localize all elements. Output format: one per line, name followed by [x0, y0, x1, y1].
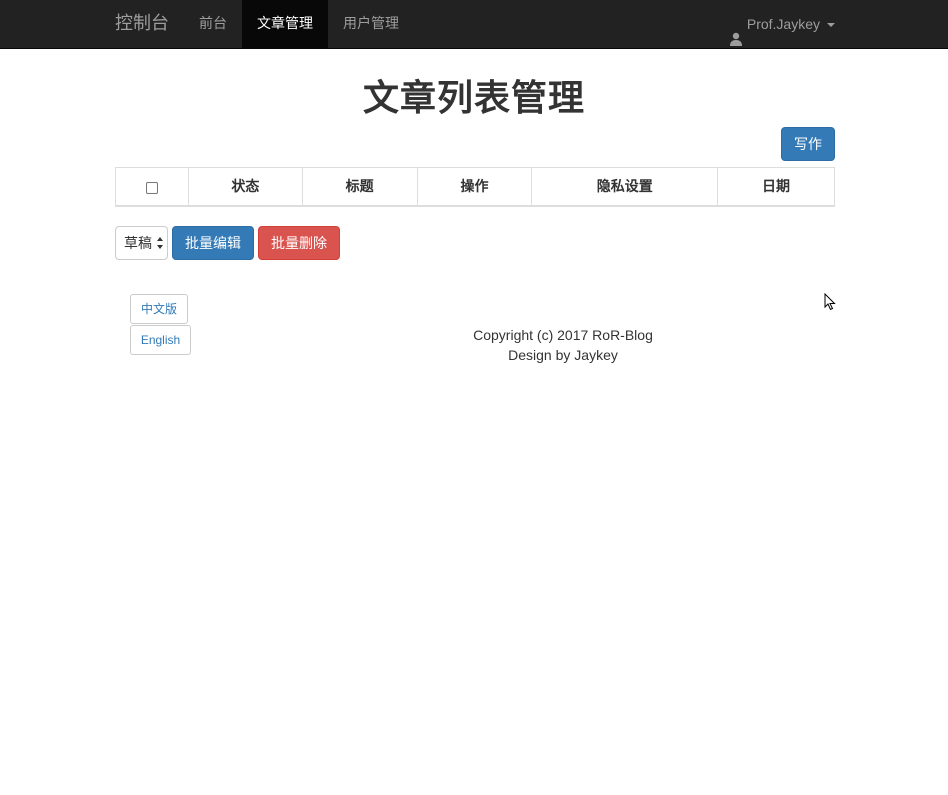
- column-header-title[interactable]: 标题: [301, 167, 418, 207]
- copyright-text: Copyright (c) 2017 RoR-Blog: [473, 327, 653, 343]
- select-all-header: [115, 167, 189, 207]
- user-icon: [729, 18, 743, 46]
- select-all-checkbox[interactable]: [145, 181, 158, 194]
- select-arrows-icon: [157, 237, 163, 249]
- status-select[interactable]: 草稿: [115, 226, 168, 260]
- caret-down-icon: [827, 23, 835, 27]
- column-header-date[interactable]: 日期: [717, 167, 835, 207]
- batch-delete-button[interactable]: 批量删除: [258, 226, 340, 260]
- articles-table: 状态 标题 操作 隐私设置 日期: [115, 167, 835, 207]
- top-navbar: 控制台 前台 文章管理 用户管理 Prof.Jaykey: [0, 0, 948, 49]
- table-header-row: 状态 标题 操作 隐私设置 日期: [115, 167, 835, 207]
- nav-item-user-management[interactable]: 用户管理: [328, 0, 414, 48]
- nav-item-article-management[interactable]: 文章管理: [242, 0, 328, 48]
- language-chinese-button[interactable]: 中文版: [130, 294, 188, 324]
- nav-item-frontend[interactable]: 前台: [184, 0, 242, 48]
- column-header-privacy[interactable]: 隐私设置: [531, 167, 719, 207]
- user-dropdown[interactable]: Prof.Jaykey: [729, 0, 835, 48]
- user-name: Prof.Jaykey: [746, 16, 820, 32]
- brand-link[interactable]: 控制台: [115, 0, 169, 48]
- column-header-status[interactable]: 状态: [187, 167, 303, 207]
- design-credit-text: Design by Jaykey: [508, 347, 618, 363]
- write-button[interactable]: 写作: [781, 127, 835, 161]
- language-english-button[interactable]: English: [130, 325, 191, 355]
- column-header-actions[interactable]: 操作: [416, 167, 533, 207]
- mouse-cursor-icon: [824, 292, 836, 311]
- batch-edit-button[interactable]: 批量编辑: [172, 226, 254, 260]
- status-select-value: 草稿: [124, 235, 152, 251]
- page-title: 文章列表管理: [362, 77, 585, 118]
